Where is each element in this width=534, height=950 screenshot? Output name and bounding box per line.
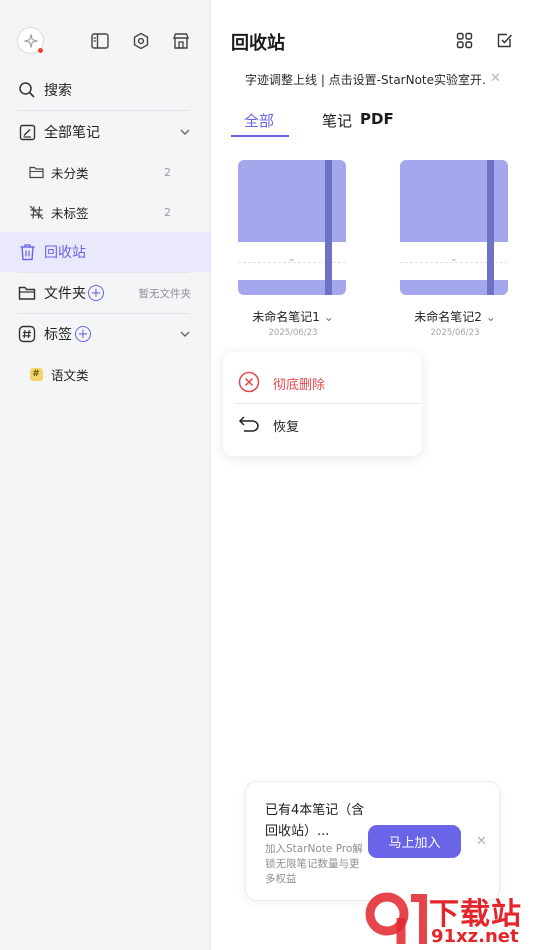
chevron-down-icon[interactable] <box>178 125 192 139</box>
tag-off-icon <box>28 204 44 220</box>
cover-mark-icon: ⌄ <box>450 254 458 264</box>
sidebar-item-recycle-bin[interactable]: 回收站 <box>0 232 211 272</box>
notice-banner[interactable]: 字迹调整上线 | 点击设置-StarNote实验室开... <box>245 71 485 88</box>
close-icon[interactable]: ✕ <box>476 834 487 849</box>
site-watermark: 下载站 91xz.net <box>365 888 534 950</box>
sidebar-item-label: 未标签 <box>51 205 89 221</box>
search-icon <box>17 80 37 100</box>
select-checkbox-icon[interactable] <box>494 30 514 50</box>
hash-badge-icon: # <box>28 366 44 382</box>
divider <box>17 110 190 111</box>
sidebar-item-label: 未分类 <box>51 165 89 181</box>
sidebar-item-all-notes[interactable]: 全部笔记 <box>0 120 211 144</box>
add-folder-icon[interactable]: + <box>88 285 104 301</box>
sidebar-item-label: 文件夹 <box>44 286 86 302</box>
item-count: 2 <box>164 205 171 219</box>
sidebar: 搜索 全部笔记 未分类 2 未标签 2 回收站 文件夹 + 暂无文件夹 标签 +… <box>0 0 211 950</box>
sidebar-toggle-icon[interactable] <box>89 30 111 52</box>
trash-icon <box>17 242 37 262</box>
restore-item[interactable]: 恢复 <box>223 399 422 449</box>
watermark-url: 91xz.net <box>431 926 519 947</box>
notebook-cover[interactable]: ⌄ <box>238 160 346 295</box>
page-title: 回收站 <box>231 33 285 54</box>
sidebar-item-folders[interactable]: 文件夹 + 暂无文件夹 <box>0 281 211 305</box>
sidebar-item-tag[interactable]: # 语文类 <box>0 362 211 386</box>
folder-question-icon <box>28 164 44 180</box>
cover-mark-icon: ⌄ <box>288 254 296 264</box>
tab-pdf[interactable]: PDF <box>360 110 394 128</box>
folders-empty-note: 暂无文件夹 <box>138 287 192 300</box>
undo-icon <box>238 413 260 435</box>
sidebar-item-label: 回收站 <box>44 245 86 261</box>
context-menu: 彻底删除 恢复 <box>223 352 422 456</box>
sidebar-item-search[interactable]: 搜索 <box>0 78 211 102</box>
note-title[interactable]: 未命名笔记1 ⌄ <box>238 308 348 325</box>
settings-hex-icon[interactable] <box>130 30 152 52</box>
promo-description: 加入StarNote Pro解锁无限笔记数量与更多权益 <box>265 843 363 885</box>
sidebar-item-tags[interactable]: 标签 + <box>0 322 211 346</box>
divider <box>17 313 190 314</box>
sidebar-item-label: 语文类 <box>51 367 89 383</box>
add-tag-icon[interactable]: + <box>75 326 91 342</box>
chevron-down-icon[interactable]: ⌄ <box>486 310 496 324</box>
folder-icon <box>17 283 37 303</box>
hash-icon <box>17 324 37 344</box>
tab-underline <box>231 135 289 137</box>
note-title[interactable]: 未命名笔记2 ⌄ <box>400 308 510 325</box>
notification-dot <box>38 48 43 53</box>
sidebar-item-uncategorized[interactable]: 未分类 2 <box>0 160 211 184</box>
notebook-icon <box>17 122 37 142</box>
upgrade-promo-card: 已有4本笔记（含回收站）... 加入StarNote Pro解锁无限笔记数量与更… <box>245 781 500 901</box>
promo-title: 已有4本笔记（含回收站）... <box>265 803 365 839</box>
menu-item-label: 彻底删除 <box>273 378 326 393</box>
join-now-button[interactable]: 马上加入 <box>368 825 461 858</box>
grid-view-icon[interactable] <box>454 30 474 50</box>
note-date: 2025/06/23 <box>430 328 480 338</box>
sparkle-icon <box>23 33 38 48</box>
site-logo-icon <box>365 892 427 944</box>
main-panel: 回收站 字迹调整上线 | 点击设置-StarNote实验室开... ✕ 全部 笔… <box>211 0 534 950</box>
store-icon[interactable] <box>170 30 192 52</box>
tab-notes[interactable]: 笔记 <box>322 110 352 131</box>
sidebar-item-untagged[interactable]: 未标签 2 <box>0 200 211 224</box>
tab-all[interactable]: 全部 <box>244 110 274 131</box>
sidebar-item-label: 标签 <box>44 327 72 343</box>
note-date: 2025/06/23 <box>268 328 318 338</box>
chevron-down-icon[interactable] <box>178 327 192 341</box>
divider <box>17 272 190 273</box>
sidebar-item-label: 全部笔记 <box>44 125 100 141</box>
item-count: 2 <box>164 165 171 179</box>
close-icon[interactable]: ✕ <box>490 71 501 86</box>
notebook-cover[interactable]: ⌄ <box>400 160 508 295</box>
delete-circle-icon <box>238 371 260 393</box>
tab-bar: 全部 笔记 PDF <box>231 110 511 138</box>
chevron-down-icon[interactable]: ⌄ <box>324 310 334 324</box>
sidebar-item-label: 搜索 <box>44 83 72 99</box>
sidebar-toolbar <box>0 26 211 56</box>
menu-item-label: 恢复 <box>273 420 300 435</box>
